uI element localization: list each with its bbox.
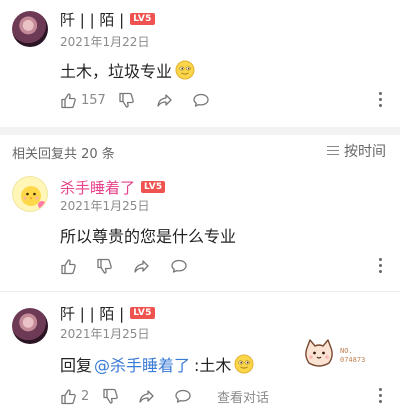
level-badge: LV5 (130, 13, 155, 25)
share-icon (134, 259, 149, 273)
reply-button[interactable] (174, 386, 192, 406)
comment-icon (193, 93, 209, 107)
like-count: 2 (81, 388, 90, 404)
level-badge: LV5 (141, 181, 166, 193)
like-button[interactable]: 2 (60, 386, 89, 406)
thumbs-down-icon (103, 388, 118, 404)
thumbs-up-icon (61, 92, 76, 108)
dislike-button[interactable] (102, 386, 119, 406)
thumbs-up-icon (61, 258, 76, 274)
thumbs-up-icon (61, 388, 76, 404)
more-icon[interactable] (378, 92, 382, 108)
thumbs-down-icon (97, 258, 112, 274)
dislike-button[interactable] (96, 256, 113, 276)
comment-content: 回复 @杀手睡着了 :土木 (60, 352, 254, 376)
name-row: 杀手睡着了 LV5 (60, 177, 166, 198)
username[interactable]: 阡 | | 陌 | (60, 303, 124, 324)
avatar[interactable] (12, 176, 48, 212)
comment-icon (175, 389, 191, 403)
avatar[interactable] (12, 11, 48, 47)
see-conversation-link[interactable]: 查看对话 (217, 386, 269, 406)
mention-link[interactable]: @杀手睡着了 (94, 352, 190, 376)
comment-text: 所以尊贵的您是什么专业 (60, 227, 237, 246)
name-row: 阡 | | 陌 | LV5 (60, 9, 155, 29)
more-icon[interactable] (378, 388, 382, 404)
replies-header: 相关回复共 20 条 按时间 (0, 140, 400, 162)
username[interactable]: 阡 | | 陌 | (60, 9, 124, 30)
name-row: 阡 | | 陌 | LV5 (60, 303, 155, 323)
more-icon[interactable] (378, 258, 382, 274)
comment-actions: 2 查看对话 (60, 386, 388, 406)
like-count: 157 (81, 92, 106, 108)
related-replies-count: 相关回复共 20 条 (12, 147, 115, 162)
comment-date: 2021年1月25日 (60, 199, 150, 213)
comment-date: 2021年1月25日 (60, 327, 150, 341)
comment-actions: 157 (60, 90, 388, 110)
emoji-smile-icon (234, 354, 254, 374)
username[interactable]: 杀手睡着了 (60, 177, 135, 198)
reply-button[interactable] (192, 90, 210, 110)
share-icon (139, 389, 154, 403)
thumbs-down-icon (119, 92, 134, 108)
comment-text: 土木，垃圾专业 (60, 62, 173, 81)
comment-1: 阡 | | 陌 | LV5 2021年1月22日 土木，垃圾专业 157 (0, 0, 400, 127)
sort-label: 按时间 (344, 144, 386, 160)
reply-button[interactable] (170, 256, 188, 276)
share-button[interactable] (138, 386, 155, 406)
share-button[interactable] (133, 256, 150, 276)
level-badge: LV5 (130, 307, 155, 319)
chick-avatar-icon (21, 186, 46, 209)
comment-text: :土木 (194, 356, 232, 375)
comment-actions (60, 256, 388, 276)
comment-2: 杀手睡着了 LV5 2021年1月25日 NO. 074873 所以尊贵的您是什… (0, 168, 400, 367)
avatar[interactable] (12, 308, 48, 344)
comment-3: 阡 | | 陌 | LV5 2021年1月25日 回复 @杀手睡着了 :土木 2 (0, 292, 400, 418)
dislike-button[interactable] (118, 90, 135, 110)
sort-icon (327, 146, 339, 156)
reply-prefix: 回复 (60, 356, 93, 375)
comment-content: 所以尊贵的您是什么专业 (60, 223, 236, 247)
section-divider (0, 127, 400, 135)
like-button[interactable] (60, 256, 77, 276)
share-icon (157, 93, 172, 107)
comment-content: 土木，垃圾专业 (60, 58, 195, 82)
share-button[interactable] (156, 90, 173, 110)
like-button[interactable]: 157 (60, 90, 106, 110)
comment-icon (171, 259, 187, 273)
emoji-smile-icon (175, 60, 195, 80)
comment-date: 2021年1月22日 (60, 35, 150, 49)
sort-by-time-button[interactable]: 按时间 (327, 141, 386, 161)
